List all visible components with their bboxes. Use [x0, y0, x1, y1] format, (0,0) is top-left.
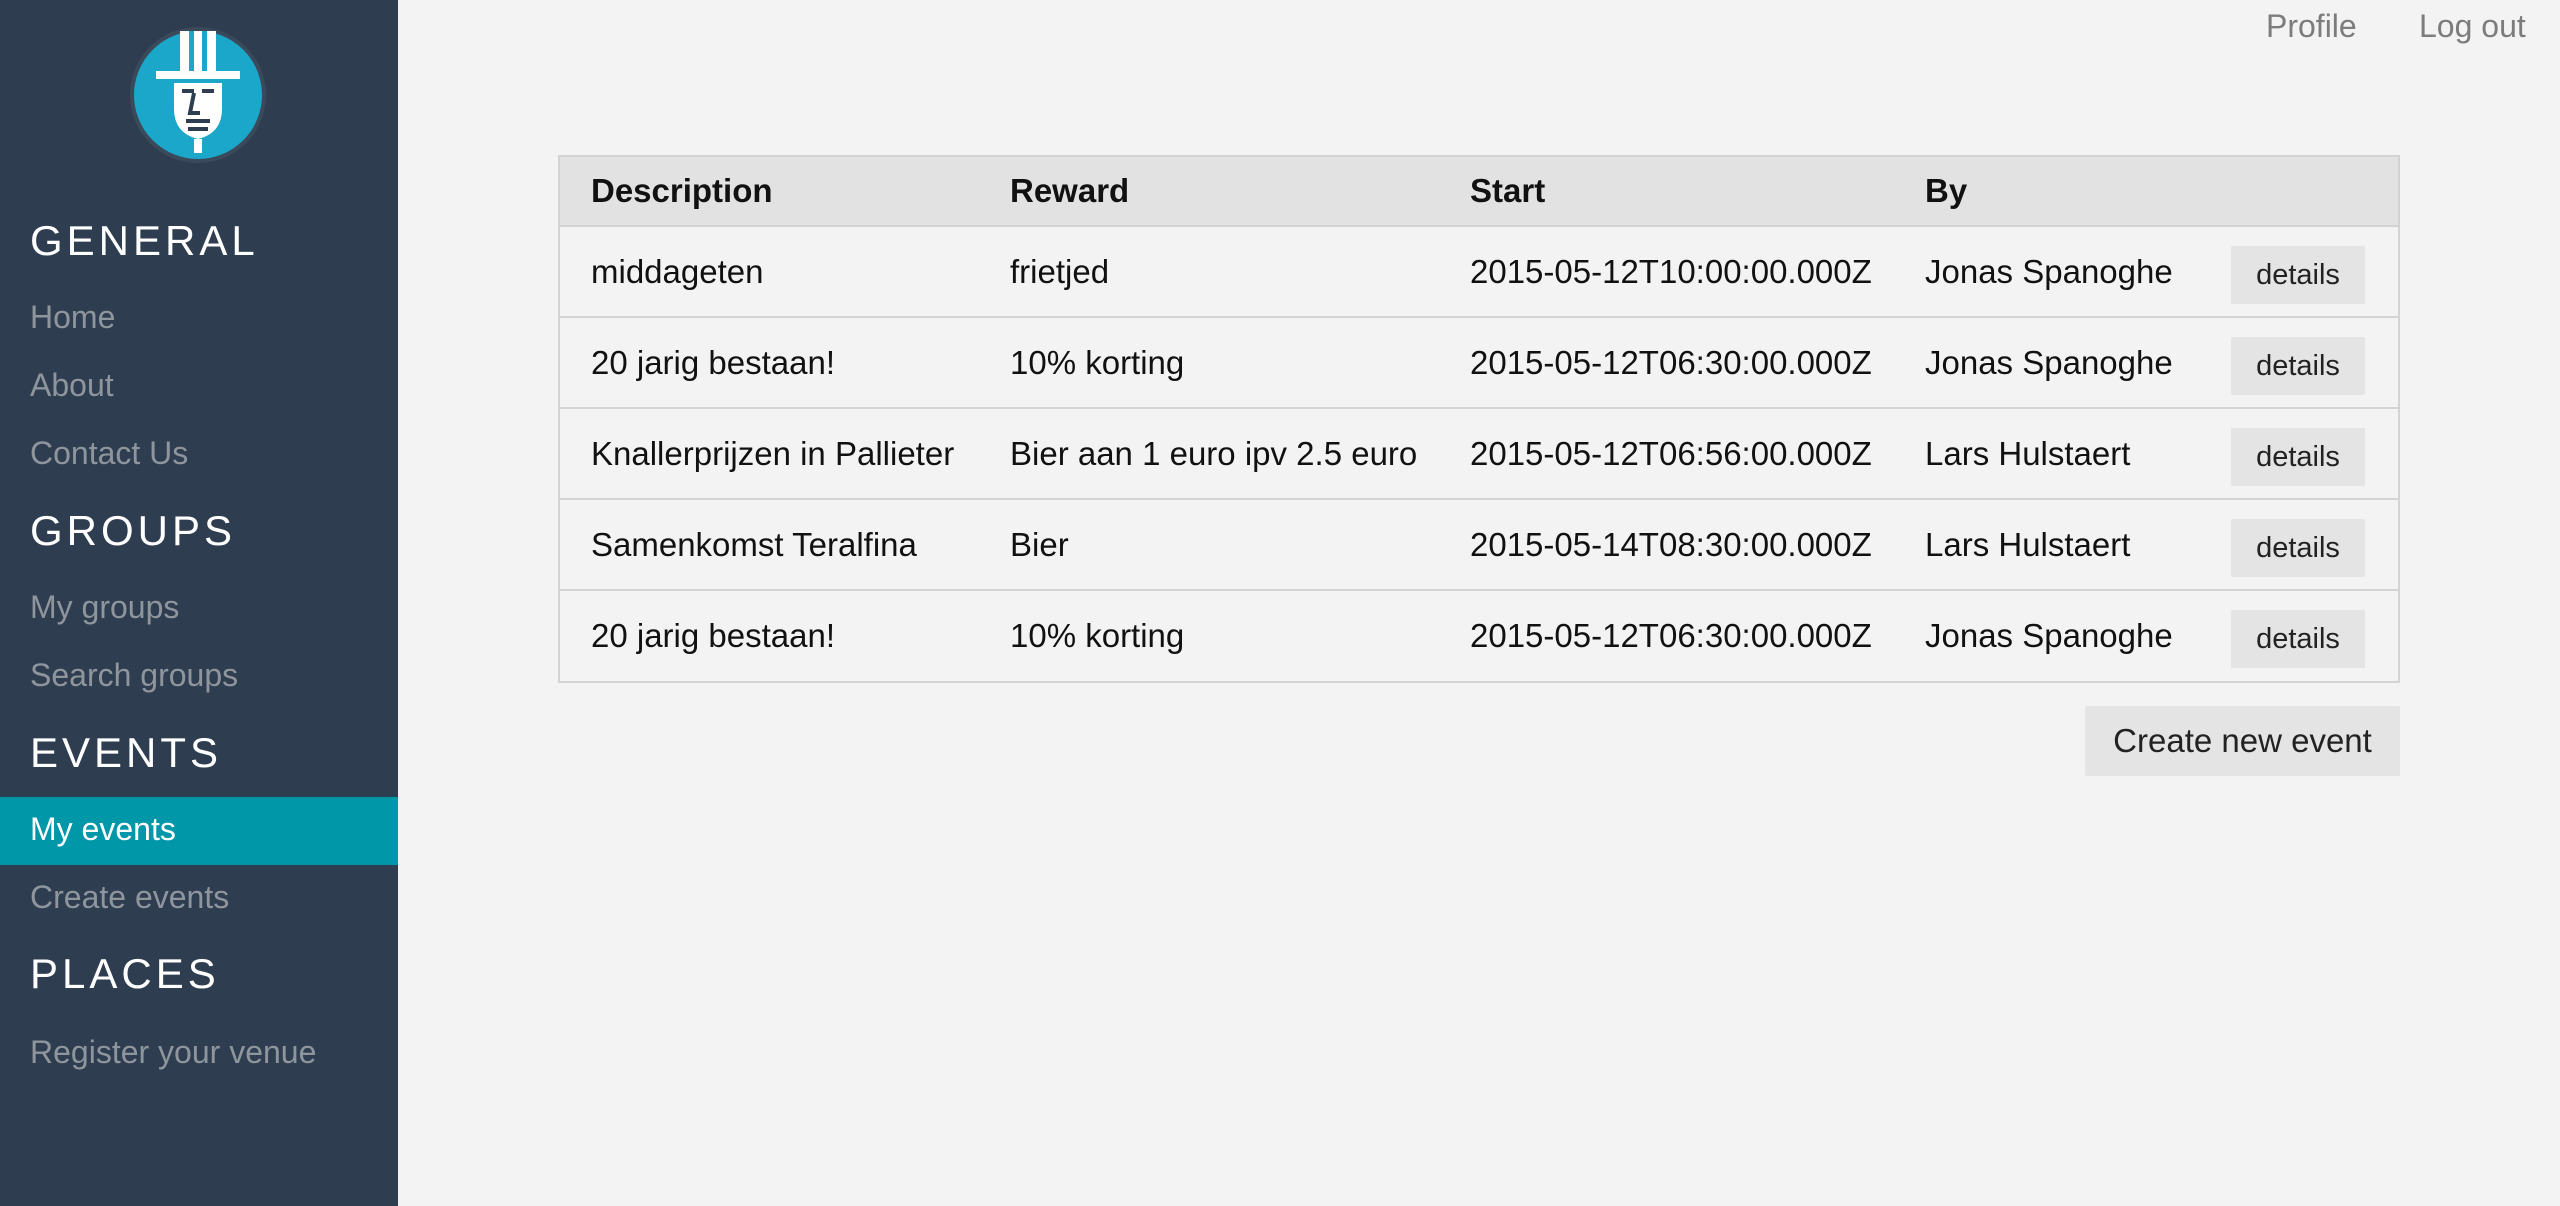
- column-header-reward: Reward: [1010, 172, 1130, 209]
- cell-by: Lars Hulstaert: [1925, 526, 2131, 563]
- sidebar-item-search-groups[interactable]: Search groups: [30, 659, 238, 691]
- table-row: Samenkomst Teralfina Bier 2015-05-14T08:…: [560, 500, 2398, 591]
- sidebar-item-about[interactable]: About: [30, 369, 114, 401]
- sidebar: GENERAL Home About Contact Us GROUPS My …: [0, 0, 398, 1206]
- profile-link[interactable]: Profile: [2266, 10, 2357, 42]
- details-button[interactable]: details: [2231, 610, 2365, 668]
- sidebar-item-my-events[interactable]: My events: [0, 797, 398, 865]
- section-heading-events: EVENTS: [30, 729, 223, 776]
- column-header-description: Description: [591, 172, 773, 209]
- details-button[interactable]: details: [2231, 428, 2365, 486]
- cell-start: 2015-05-14T08:30:00.000Z: [1470, 526, 1872, 563]
- details-button[interactable]: details: [2231, 246, 2365, 304]
- cell-description: 20 jarig bestaan!: [591, 617, 836, 654]
- cell-by: Lars Hulstaert: [1925, 435, 2131, 472]
- table-row: 20 jarig bestaan! 10% korting 2015-05-12…: [560, 318, 2398, 409]
- create-new-event-button[interactable]: Create new event: [2085, 706, 2400, 776]
- events-table: Description Reward Start By middageten f…: [558, 155, 2400, 683]
- cell-by: Jonas Spanoghe: [1925, 344, 2173, 381]
- section-heading-groups: GROUPS: [30, 507, 237, 554]
- table-row: Knallerprijzen in Pallieter Bier aan 1 e…: [560, 409, 2398, 500]
- table-row: 20 jarig bestaan! 10% korting 2015-05-12…: [560, 591, 2398, 681]
- cell-start: 2015-05-12T10:00:00.000Z: [1470, 253, 1872, 290]
- sidebar-item-create-events[interactable]: Create events: [30, 881, 229, 913]
- cell-description: middageten: [591, 253, 764, 290]
- logout-link[interactable]: Log out: [2419, 10, 2526, 42]
- cell-reward: frietjed: [1010, 253, 1110, 290]
- section-heading-general: GENERAL: [30, 217, 259, 264]
- cell-reward: 10% korting: [1010, 344, 1185, 381]
- details-button[interactable]: details: [2231, 337, 2365, 395]
- cell-description: Samenkomst Teralfina: [591, 526, 917, 563]
- magician-face-icon[interactable]: [130, 27, 266, 163]
- cell-start: 2015-05-12T06:30:00.000Z: [1470, 617, 1872, 654]
- cell-start: 2015-05-12T06:30:00.000Z: [1470, 344, 1872, 381]
- cell-start: 2015-05-12T06:56:00.000Z: [1470, 435, 1872, 472]
- cell-description: 20 jarig bestaan!: [591, 344, 836, 381]
- cell-description: Knallerprijzen in Pallieter: [591, 435, 955, 472]
- table-header: Description Reward Start By: [560, 157, 2398, 227]
- cell-reward: Bier: [1010, 526, 1069, 563]
- sidebar-item-contact-us[interactable]: Contact Us: [30, 437, 188, 469]
- column-header-start: Start: [1470, 172, 1546, 209]
- cell-by: Jonas Spanoghe: [1925, 617, 2173, 654]
- details-button[interactable]: details: [2231, 519, 2365, 577]
- cell-reward: 10% korting: [1010, 617, 1185, 654]
- column-header-by: By: [1925, 172, 1968, 209]
- section-heading-places: PLACES: [30, 950, 220, 997]
- table-row: middageten frietjed 2015-05-12T10:00:00.…: [560, 227, 2398, 318]
- sidebar-item-my-groups[interactable]: My groups: [30, 591, 179, 623]
- cell-reward: Bier aan 1 euro ipv 2.5 euro: [1010, 435, 1418, 472]
- sidebar-item-label: My events: [30, 811, 176, 847]
- cell-by: Jonas Spanoghe: [1925, 253, 2173, 290]
- sidebar-item-register-your-venue[interactable]: Register your venue: [30, 1036, 316, 1068]
- sidebar-item-home[interactable]: Home: [30, 301, 115, 333]
